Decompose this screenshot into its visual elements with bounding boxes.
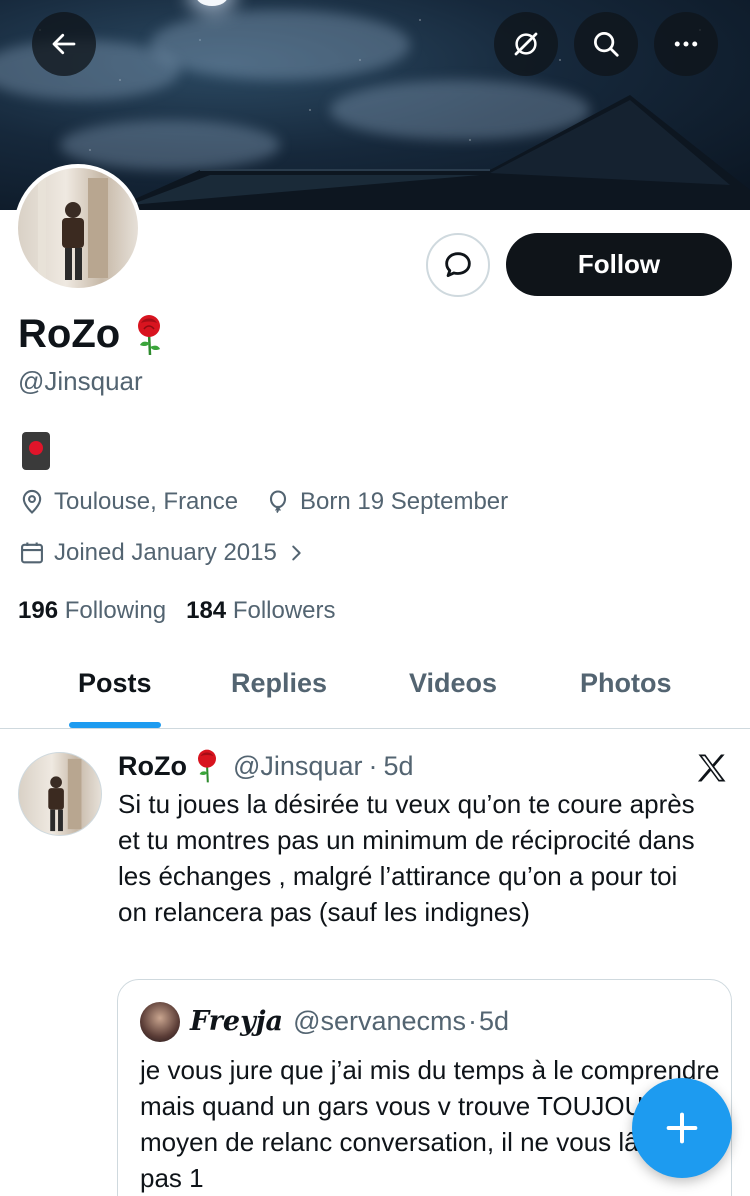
post-separator: · (368, 750, 378, 781)
banner-cloud (150, 10, 410, 80)
back-button[interactable] (32, 12, 96, 76)
quoted-post-header: Freyja @servanecms · 5d (190, 1006, 509, 1037)
tab-replies[interactable]: Replies (231, 668, 327, 699)
rose-emoji-icon (197, 749, 216, 783)
message-button[interactable] (426, 233, 490, 297)
grok-icon (514, 32, 538, 56)
post-author-handle[interactable]: @Jinsquar (233, 751, 362, 782)
profile-avatar[interactable] (14, 164, 142, 292)
following-link[interactable]: 196 Following (18, 597, 166, 625)
profile-tabs: Posts Replies Videos Photos (0, 650, 750, 729)
followers-link[interactable]: 184 Followers (186, 597, 335, 625)
profile-joined[interactable]: Joined January 2015 (18, 539, 307, 567)
search-icon (594, 32, 619, 57)
quoted-author-handle: @servanecms (293, 1006, 467, 1036)
post-author-name[interactable]: RoZo (118, 751, 187, 782)
tab-videos[interactable]: Videos (409, 668, 497, 699)
plus-icon (666, 1112, 698, 1144)
post-body: Si tu joues la désirée tu veux qu’on te … (118, 789, 695, 927)
tab-photos[interactable]: Photos (580, 668, 672, 699)
quoted-time: 5d (479, 1006, 510, 1036)
arrow-left-icon (52, 33, 76, 55)
compose-button[interactable] (632, 1078, 732, 1178)
post-header: RoZo @Jinsquar · 5d (118, 748, 414, 784)
joined-text: Joined January 2015 (54, 539, 277, 566)
post-time[interactable]: 5d (383, 751, 413, 782)
banner-roof (110, 95, 750, 210)
following-count: 196 (18, 597, 59, 624)
quoted-author-avatar (140, 1002, 180, 1042)
message-icon (445, 252, 471, 278)
quoted-post[interactable]: Freyja @servanecms · 5d je vous jure que… (117, 979, 732, 1196)
followers-count: 184 (186, 597, 227, 624)
quoted-separator: · (468, 1006, 478, 1036)
profile-location: Toulouse, France (18, 488, 238, 516)
active-tab-indicator (69, 722, 161, 728)
post-author-avatar[interactable] (18, 752, 102, 836)
x-logo-icon (697, 754, 726, 782)
avatar-photo (18, 168, 138, 288)
following-label: Following (64, 597, 167, 624)
calendar-icon (21, 542, 43, 564)
location-pin-icon (22, 489, 42, 514)
rose-emoji-icon (138, 314, 161, 355)
profile-name: RoZo (18, 312, 121, 356)
balloon-icon (269, 490, 287, 514)
profile-birthday: Born 19 September (264, 488, 508, 516)
bio-emoji-icon (22, 432, 50, 470)
profile-name-row: RoZo (18, 312, 166, 357)
profile-handle: @Jinsquar (18, 366, 143, 396)
birthday-text: Born 19 September (300, 488, 509, 515)
more-button[interactable] (654, 12, 718, 76)
quoted-author-name: Freyja (190, 1006, 284, 1037)
follow-button[interactable]: Follow (506, 233, 732, 296)
grok-button[interactable] (494, 12, 558, 76)
location-text: Toulouse, France (54, 488, 239, 515)
more-icon (674, 41, 698, 47)
chevron-right-icon (292, 545, 301, 561)
followers-label: Followers (232, 597, 336, 624)
follow-counts: 196 Following 184 Followers (18, 597, 336, 625)
search-button[interactable] (574, 12, 638, 76)
tab-posts[interactable]: Posts (78, 668, 152, 699)
